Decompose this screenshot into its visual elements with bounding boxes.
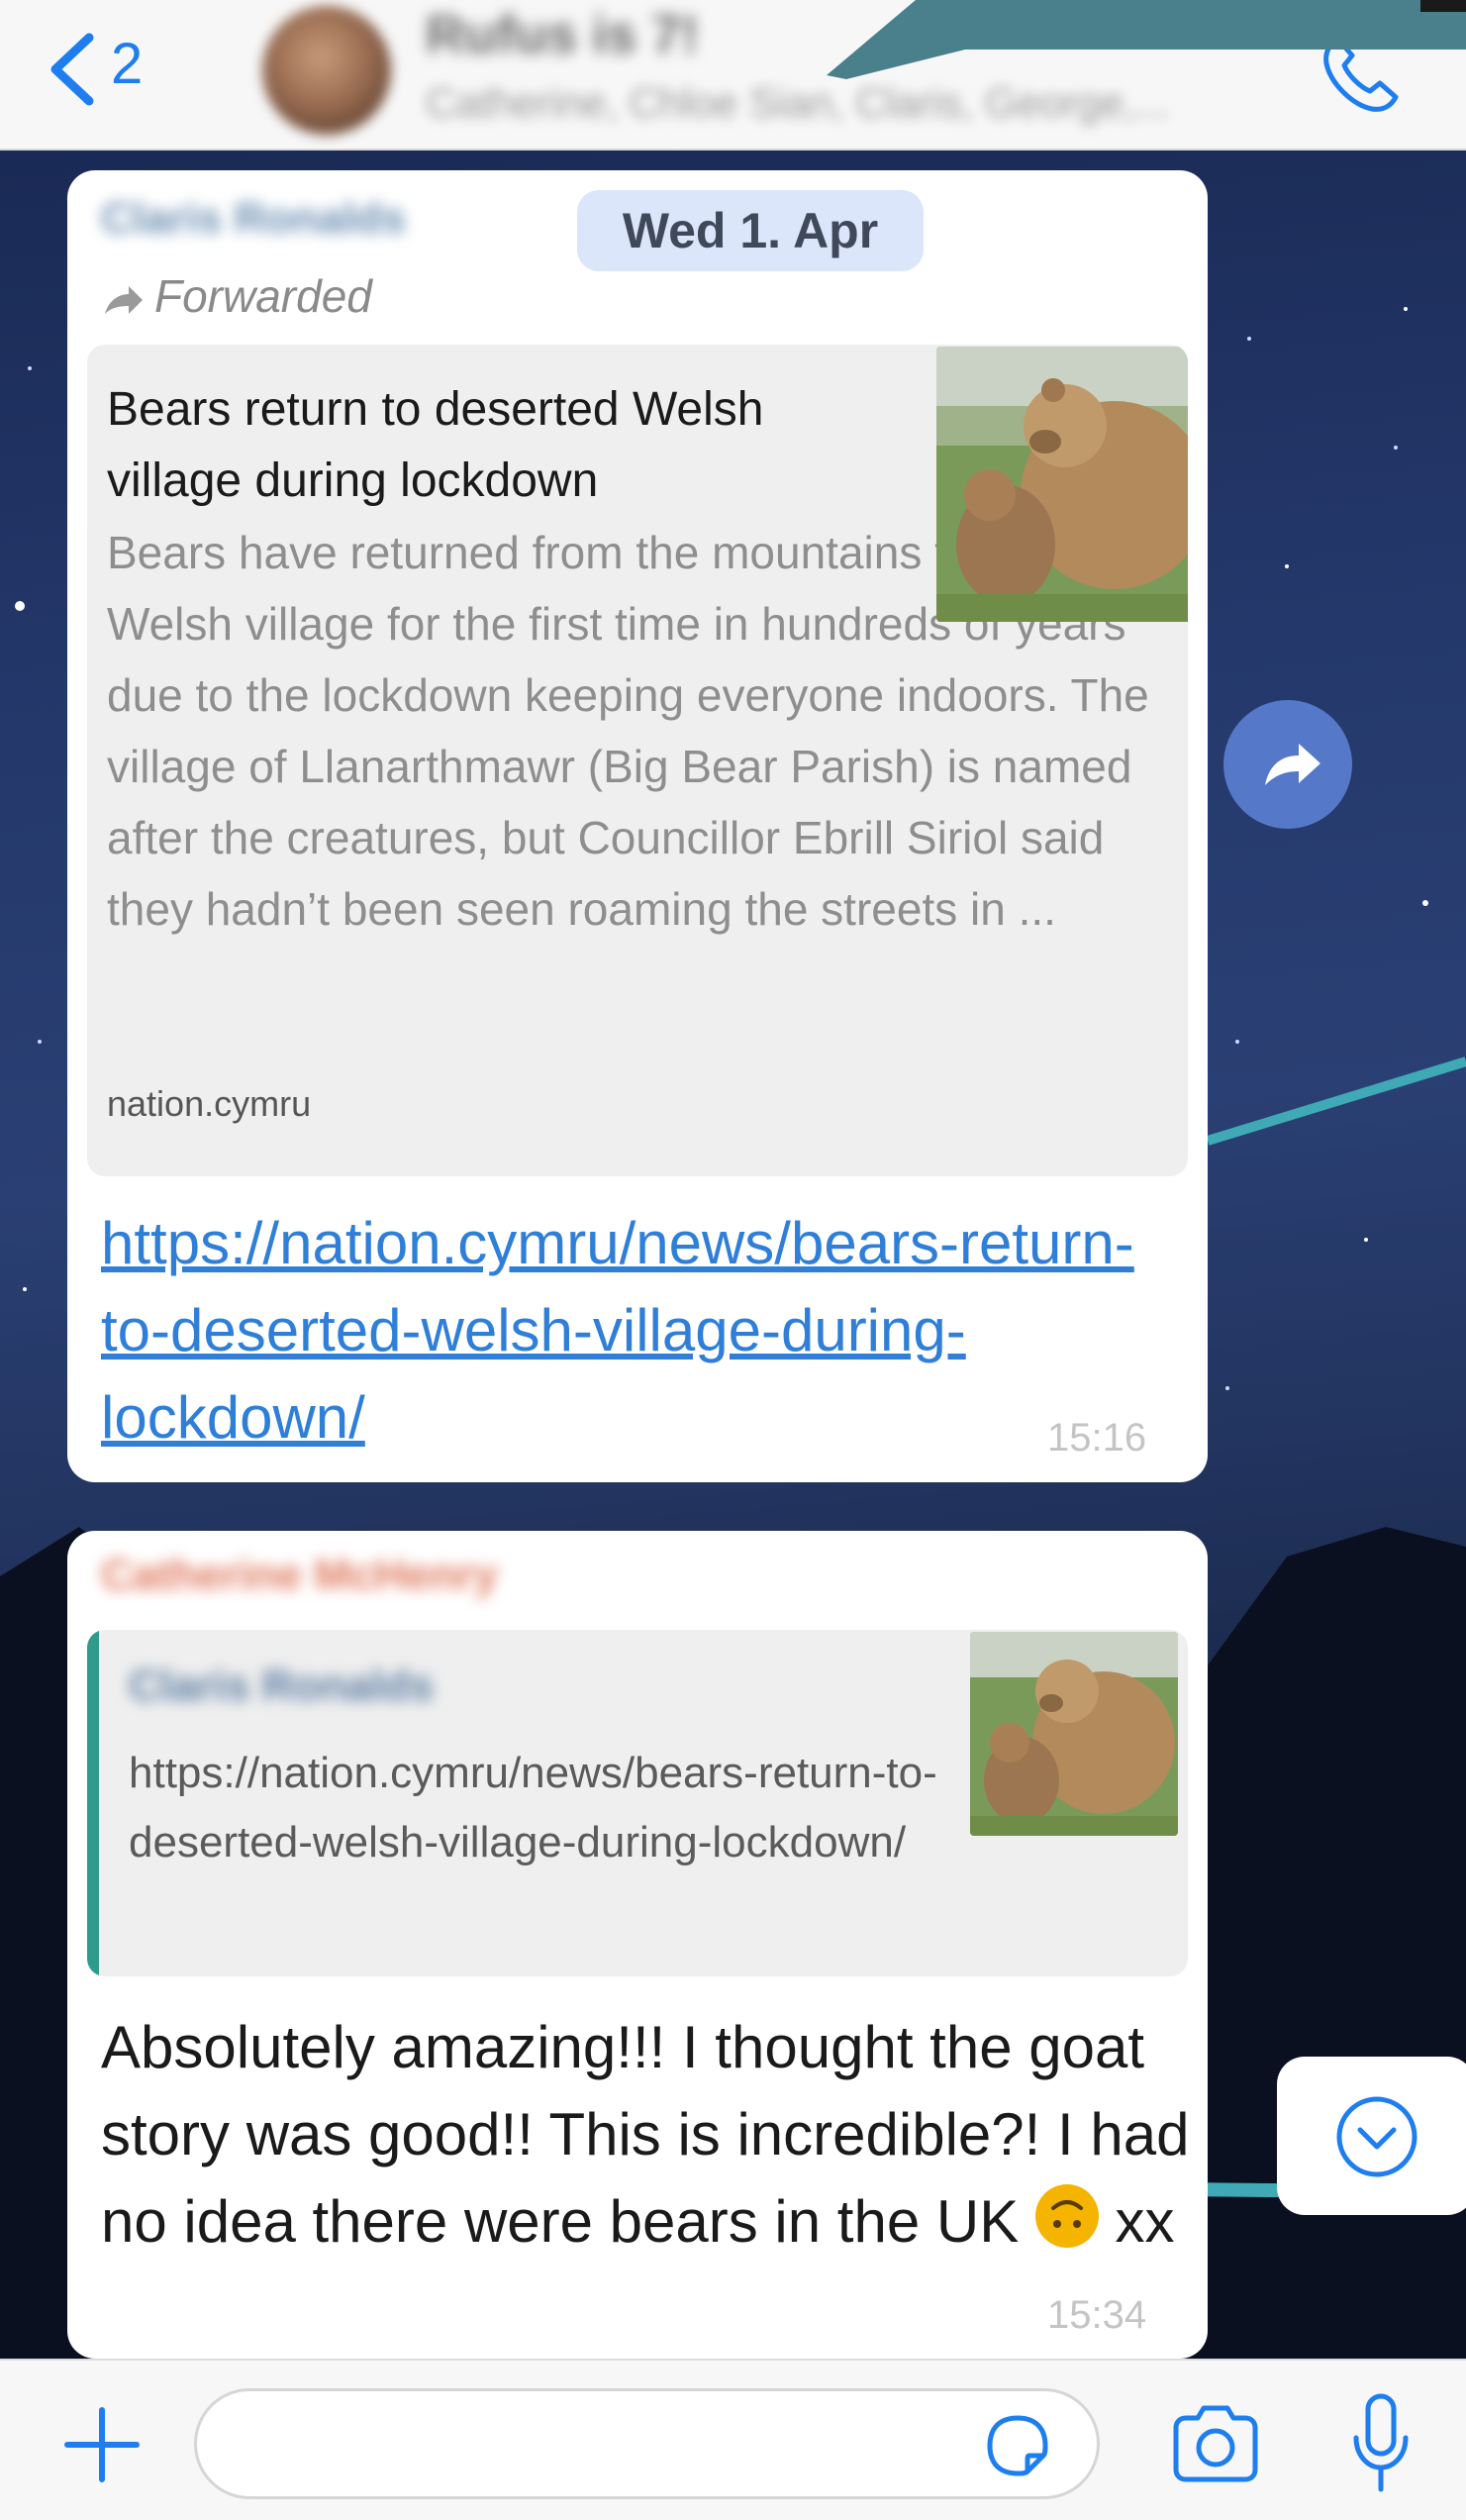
quoted-message[interactable]: Claris Ronalds https://nation.cymru/news…	[87, 1630, 1188, 1976]
message-input[interactable]	[194, 2388, 1100, 2499]
annotation-arrow-top	[827, 0, 1466, 79]
bear-thumbnail-image	[970, 1632, 1178, 1836]
link-preview-domain: nation.cymru	[107, 1083, 312, 1124]
chat-title[interactable]: Rufus is 7!	[426, 4, 699, 65]
composer-bar	[0, 2359, 1466, 2520]
sender-name: Claris Ronalds	[101, 194, 407, 243]
share-forward-icon	[1265, 744, 1320, 785]
forwarded-text: Forwarded	[154, 270, 372, 322]
quoted-text: https://nation.cymru/news/bears-return-t…	[129, 1749, 937, 1866]
message-timestamp: 15:16	[1047, 1416, 1147, 1460]
forwarded-label: Forwarded	[101, 269, 372, 323]
chat-background: Claris Ronalds Wed 1. Apr Forwarded Bear…	[0, 151, 1466, 2359]
quote-accent-bar	[87, 1630, 99, 1976]
chat-participants[interactable]: Catherine, Chloe Sian, Claris, George,..…	[426, 79, 1170, 127]
message-timestamp: 15:34	[1047, 2293, 1147, 2337]
annotation-line-middle	[1208, 1057, 1466, 1146]
forwarded-arrow-icon	[105, 285, 143, 314]
back-unread-count[interactable]: 2	[111, 30, 143, 99]
link-preview-title: Bears return to deserted Welsh village d…	[107, 383, 764, 507]
sticker-icon[interactable]	[980, 2408, 1055, 2483]
message-bubble[interactable]: Catherine McHenry Claris Ronalds https:/…	[67, 1531, 1208, 2359]
message-text-part: xx	[1098, 2188, 1175, 2255]
plus-icon[interactable]	[57, 2400, 147, 2489]
scroll-down-icon	[1336, 2096, 1417, 2177]
scroll-to-bottom-button[interactable]	[1277, 2057, 1466, 2215]
quoted-sender-name: Claris Ronalds	[129, 1662, 435, 1710]
message-text: Absolutely amazing!!! I thought the goat…	[101, 2004, 1190, 2266]
upside-down-face-emoji-icon	[1034, 2184, 1099, 2248]
link-preview-card[interactable]: Bears return to deserted Welsh village d…	[87, 345, 1188, 1176]
back-chevron-icon[interactable]	[42, 30, 101, 109]
message-bubble[interactable]: Claris Ronalds Wed 1. Apr Forwarded Bear…	[67, 170, 1208, 1482]
camera-icon[interactable]	[1168, 2398, 1263, 2487]
chat-screen: 2 Rufus is 7! Catherine, Chloe Sian, Cla…	[0, 0, 1466, 2520]
group-avatar[interactable]	[262, 6, 391, 135]
bear-thumbnail-image[interactable]	[936, 347, 1188, 622]
date-chip: Wed 1. Apr	[577, 190, 924, 271]
microphone-icon[interactable]	[1346, 2390, 1416, 2499]
forward-message-button[interactable]	[1223, 700, 1352, 829]
message-link-url[interactable]: https://nation.cymru/news/bears-return-t…	[101, 1200, 1190, 1462]
sender-name: Catherine McHenry	[101, 1551, 499, 1599]
message-text-part: Absolutely amazing!!! I thought the goat…	[101, 2014, 1190, 2255]
